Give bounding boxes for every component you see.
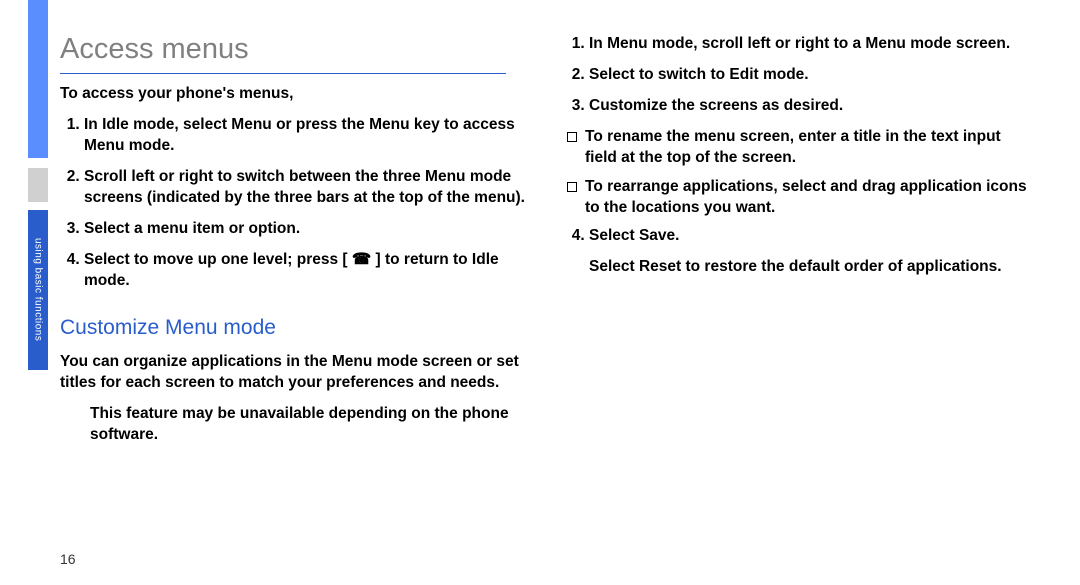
side-tab: using basic functions bbox=[28, 210, 48, 370]
right-steps-list: In Menu mode, scroll left or right to a … bbox=[565, 34, 1030, 117]
left-step-1: In Idle mode, select Menu or press the M… bbox=[84, 115, 525, 157]
heading-customize-menu: Customize Menu mode bbox=[60, 314, 525, 342]
left-steps-list: In Idle mode, select Menu or press the M… bbox=[60, 115, 525, 291]
right-step4-list: Select Save. bbox=[565, 226, 1030, 247]
page-number: 16 bbox=[60, 551, 76, 567]
feature-note: This feature may be unavailable dependin… bbox=[90, 404, 525, 446]
left-step-3: Select a menu item or option. bbox=[84, 219, 525, 240]
right-step-4: Select Save. bbox=[589, 226, 1030, 247]
heading-access-menus: Access menus bbox=[60, 30, 506, 74]
right-bullets: To rename the menu screen, enter a title… bbox=[565, 127, 1030, 219]
margin-gray-block bbox=[28, 168, 48, 202]
side-tab-label: using basic functions bbox=[33, 238, 44, 341]
bullet-rearrange: To rearrange applications, select and dr… bbox=[585, 177, 1030, 219]
customize-body: You can organize applications in the Men… bbox=[60, 352, 525, 394]
intro-text: To access your phone's menus, bbox=[60, 84, 525, 105]
right-step-2: Select to switch to Edit mode. bbox=[589, 65, 1030, 86]
left-step-4: Select to move up one level; press [ ☎ ]… bbox=[84, 250, 525, 292]
column-right: In Menu mode, scroll left or right to a … bbox=[565, 30, 1030, 565]
column-left: Access menus To access your phone's menu… bbox=[60, 30, 525, 565]
bullet-rename: To rename the menu screen, enter a title… bbox=[585, 127, 1030, 169]
margin-blue-bar bbox=[28, 0, 48, 158]
right-step-3: Customize the screens as desired. bbox=[589, 96, 1030, 117]
right-tail: Select Reset to restore the default orde… bbox=[589, 257, 1030, 278]
right-step-1: In Menu mode, scroll left or right to a … bbox=[589, 34, 1030, 55]
page-content: Access menus To access your phone's menu… bbox=[60, 30, 1030, 565]
left-step-2: Scroll left or right to switch between t… bbox=[84, 167, 525, 209]
